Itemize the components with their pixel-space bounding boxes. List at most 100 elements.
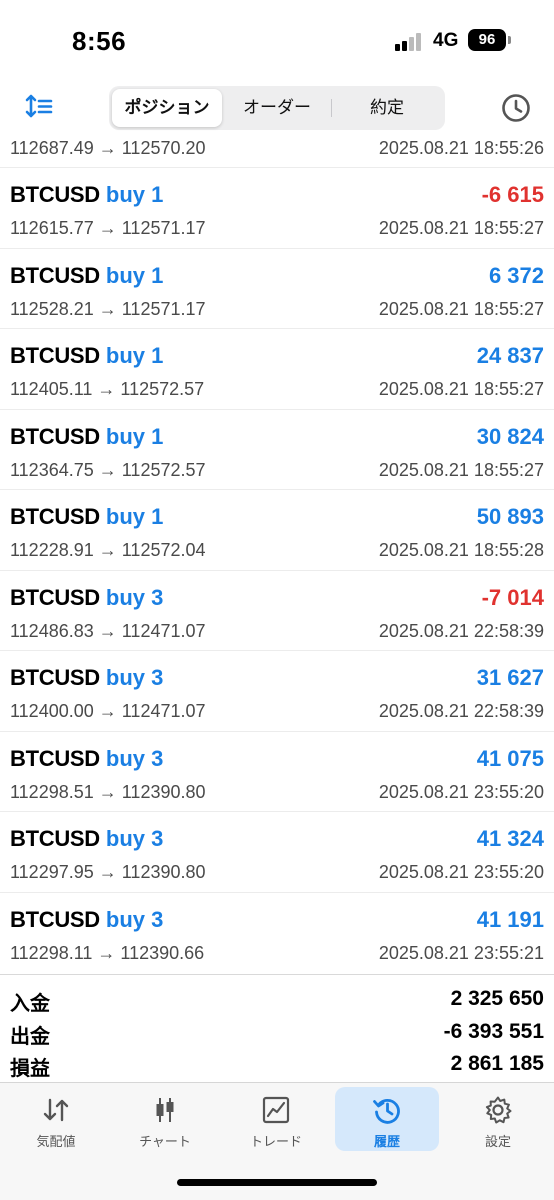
deal-title: BTCUSD buy 1 xyxy=(10,424,163,450)
deal-title: BTCUSD buy 3 xyxy=(10,665,163,691)
deal-side: buy 1 xyxy=(105,262,164,288)
deal-profit: 31 627 xyxy=(476,665,544,690)
summary-profit: 損益 2 861 185 xyxy=(0,1050,554,1083)
history-icon xyxy=(373,1098,400,1124)
price-range: 112297.95 → 112390.80 xyxy=(10,862,206,882)
price-range: 112528.21 → 112571.17 xyxy=(10,298,206,319)
deal-symbol: BTCUSD xyxy=(10,745,100,771)
status-time: 8:56 xyxy=(72,26,127,56)
deal-profit: -7 014 xyxy=(481,584,544,610)
deal-profit: 41 191 xyxy=(476,906,544,932)
deal-datetime: 2025.08.21 18:55:28 xyxy=(378,540,544,560)
deal-profit: 50 893 xyxy=(476,504,544,529)
deal-profit: 41 075 xyxy=(476,745,544,771)
list-item[interactable]: BTCUSD buy 3 -7 014 112486.83 → 112471.07 20… xyxy=(0,571,554,651)
deal-symbol: BTCUSD xyxy=(10,182,100,207)
deal-datetime: 2025.08.21 18:55:27 xyxy=(378,298,544,319)
deal-symbol: BTCUSD xyxy=(10,262,100,288)
deal-symbol: BTCUSD xyxy=(10,423,100,449)
price-range: 112228.91 → 112572.04 xyxy=(10,540,206,560)
summary-label: 出金 xyxy=(10,1025,50,1048)
tab-deals-label: 約定 xyxy=(370,98,404,117)
summary-value: -6 393 551 xyxy=(443,1019,544,1043)
price-range: 112298.11 → 112390.66 xyxy=(10,942,205,963)
clock-icon[interactable] xyxy=(500,92,532,124)
nav-chart[interactable]: チャート xyxy=(113,1087,217,1151)
deal-datetime: 2025.08.21 18:55:27 xyxy=(378,218,544,238)
history-segmented-control: ポジション オーダー 約定 xyxy=(109,86,445,130)
quotes-icon xyxy=(43,1098,69,1122)
deal-side: buy 1 xyxy=(105,504,164,529)
tab-positions[interactable]: ポジション xyxy=(112,89,222,127)
list-item[interactable]: BTCUSD buy 3 41 075 112298.51 → 112390.80 20… xyxy=(0,732,554,812)
deals-list[interactable]: 112687.49 → 112570.20 2025.08.21 18:55:2… xyxy=(0,132,554,972)
deal-side: buy 3 xyxy=(105,584,164,610)
deal-symbol: BTCUSD xyxy=(10,826,100,851)
price-range: 112615.77 → 112571.17 xyxy=(10,218,206,238)
deal-title: BTCUSD buy 1 xyxy=(10,343,163,369)
list-item[interactable]: BTCUSD buy 3 41 324 112297.95 → 112390.80 20… xyxy=(0,812,554,893)
deal-datetime: 2025.08.21 18:55:27 xyxy=(378,379,544,399)
price-range: 112298.51 → 112390.80 xyxy=(10,781,206,802)
deal-datetime: 2025.08.21 22:58:39 xyxy=(378,620,544,641)
deal-title: BTCUSD buy 3 xyxy=(10,907,163,933)
list-item[interactable]: BTCUSD buy 1 30 824 112364.75 → 112572.57 20… xyxy=(0,410,554,490)
deal-symbol: BTCUSD xyxy=(10,906,100,932)
deal-side: buy 3 xyxy=(105,906,164,932)
price-range: 112405.11 → 112572.57 xyxy=(10,379,205,399)
deal-symbol: BTCUSD xyxy=(10,504,100,529)
deal-datetime: 2025.08.21 23:55:20 xyxy=(378,862,544,882)
list-item[interactable]: BTCUSD buy 3 31 627 112400.00 → 112471.07 20… xyxy=(0,651,554,732)
tab-positions-label: ポジション xyxy=(124,98,210,117)
list-item[interactable]: BTCUSD buy 1 50 893 112228.91 → 112572.04 20… xyxy=(0,490,554,571)
signal-icon xyxy=(395,33,425,51)
deal-profit: 41 324 xyxy=(476,826,544,851)
summary-label: 入金 xyxy=(10,993,50,1015)
summary: 入金 2 325 650 出金 -6 393 551 損益 2 861 185 xyxy=(0,974,554,1083)
nav-trade[interactable]: トレード xyxy=(224,1087,328,1151)
deal-profit: 24 837 xyxy=(476,343,544,368)
tab-deals[interactable]: 約定 xyxy=(332,89,442,127)
tab-orders[interactable]: オーダー xyxy=(222,89,332,127)
list-item[interactable]: BTCUSD buy 3 41 191 112298.11 → 112390.66 20… xyxy=(0,893,554,973)
nav-history[interactable]: 履歴 xyxy=(335,1087,439,1151)
deal-datetime: 2025.08.21 23:55:21 xyxy=(378,942,544,963)
nav-quotes[interactable]: 気配値 xyxy=(4,1087,108,1151)
network-type: 4G xyxy=(433,30,459,51)
candles-icon xyxy=(156,1098,174,1122)
deal-title: BTCUSD buy 3 xyxy=(10,585,163,611)
deal-profit: -6 615 xyxy=(481,182,544,207)
trade-chart-icon xyxy=(262,1096,290,1124)
deal-side: buy 1 xyxy=(105,423,164,449)
gear-icon xyxy=(485,1096,512,1124)
list-item[interactable]: 112687.49 → 112570.20 2025.08.21 18:55:2… xyxy=(0,132,554,168)
home-indicator xyxy=(177,1179,377,1186)
price-range: 112486.83 → 112471.07 xyxy=(10,620,206,641)
list-item[interactable]: BTCUSD buy 1 6 372 112528.21 → 112571.17 202… xyxy=(0,249,554,329)
deal-side: buy 3 xyxy=(105,745,164,771)
summary-deposit: 入金 2 325 650 xyxy=(0,985,554,1018)
battery-tip xyxy=(508,36,511,44)
deal-datetime: 2025.08.21 18:55:26 xyxy=(378,138,544,158)
summary-label: 損益 xyxy=(10,1058,50,1080)
toolbar: ポジション オーダー 約定 xyxy=(0,84,554,132)
list-item[interactable]: BTCUSD buy 1 24 837 112405.11 → 112572.57 20… xyxy=(0,329,554,410)
deal-side: buy 3 xyxy=(105,826,164,851)
deal-title: BTCUSD buy 3 xyxy=(10,746,163,772)
deal-symbol: BTCUSD xyxy=(10,665,100,690)
nav-settings[interactable]: 設定 xyxy=(446,1087,550,1151)
deal-datetime: 2025.08.21 18:55:27 xyxy=(378,459,544,480)
nav-trade-label: トレード xyxy=(249,1134,302,1149)
nav-settings-label: 設定 xyxy=(484,1134,511,1149)
list-item[interactable]: BTCUSD buy 1 -6 615 112615.77 → 112571.17 20… xyxy=(0,168,554,249)
deal-title: BTCUSD buy 1 xyxy=(10,182,163,208)
nav-chart-label: チャート xyxy=(139,1134,191,1149)
deal-profit: 6 372 xyxy=(488,262,544,288)
sort-icon[interactable] xyxy=(24,92,56,122)
deal-symbol: BTCUSD xyxy=(10,343,100,368)
nav-quotes-label: 気配値 xyxy=(36,1134,76,1149)
deal-title: BTCUSD buy 1 xyxy=(10,504,163,530)
price-range: 112687.49 → 112570.20 xyxy=(10,138,206,158)
price-range: 112400.00 → 112471.07 xyxy=(10,701,206,721)
summary-withdrawal: 出金 -6 393 551 xyxy=(0,1018,554,1051)
